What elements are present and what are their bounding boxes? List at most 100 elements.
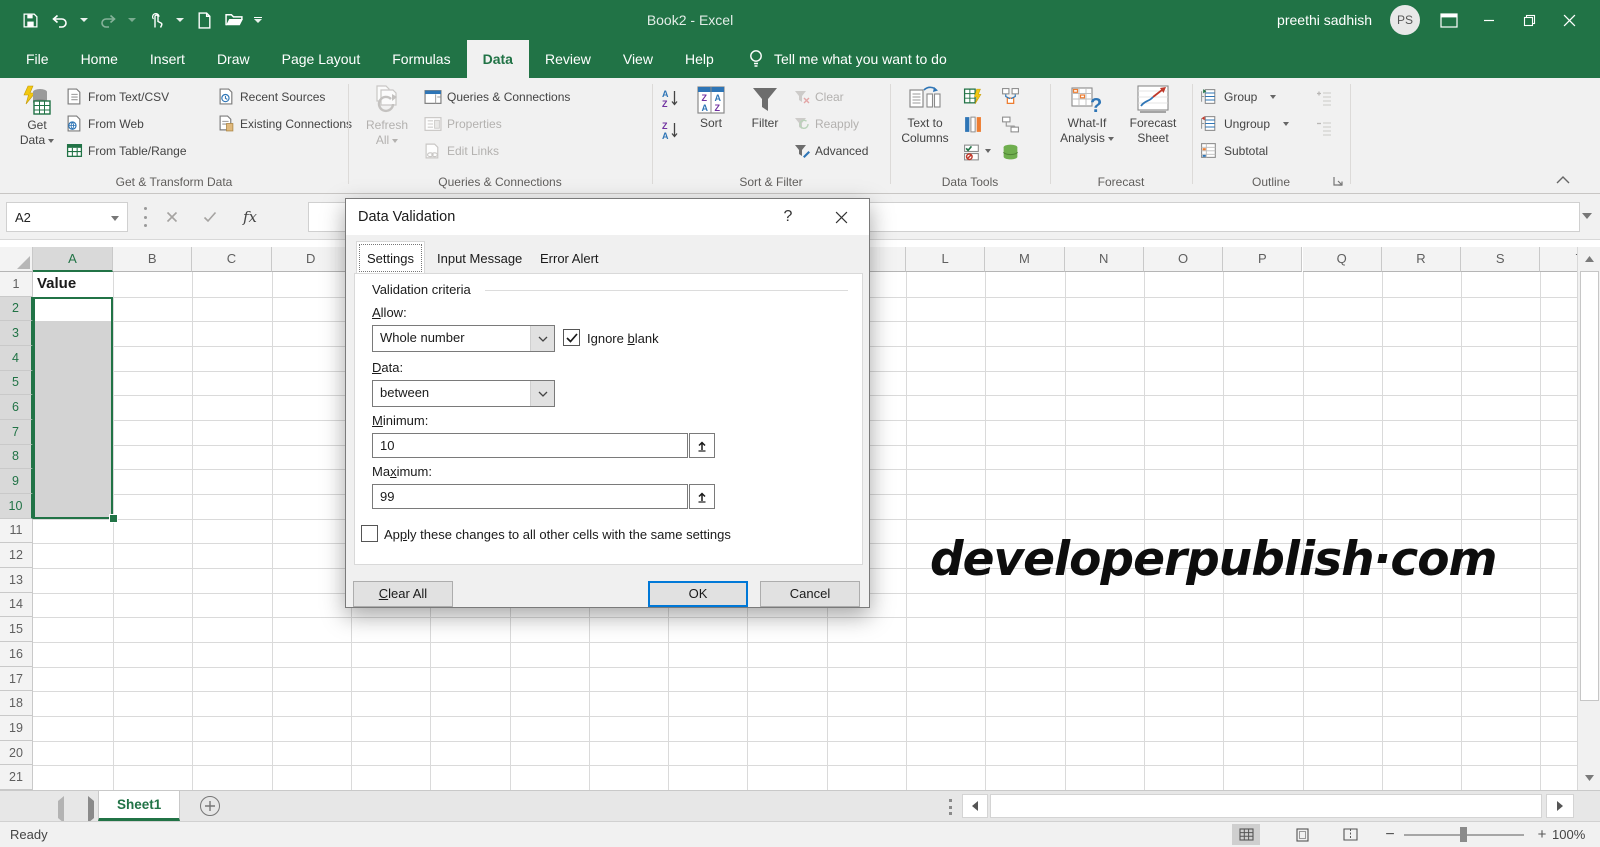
column-header-T[interactable]: T: [1540, 247, 1577, 272]
row-header-7[interactable]: 7: [0, 420, 33, 445]
column-header-A[interactable]: A: [33, 247, 113, 272]
ok-button[interactable]: OK: [648, 581, 748, 607]
clear-all-button[interactable]: Clear All: [353, 581, 453, 607]
row-header-4[interactable]: 4: [0, 346, 33, 371]
cancel-button[interactable]: Cancel: [760, 581, 860, 607]
insert-function-button[interactable]: fx: [236, 202, 264, 232]
ribbon-tab-view[interactable]: View: [607, 40, 669, 78]
row-header-8[interactable]: 8: [0, 445, 33, 470]
ungroup-dropdown-caret[interactable]: [1283, 122, 1289, 126]
tab-error-alert[interactable]: Error Alert: [529, 241, 610, 274]
what-if-analysis-button[interactable]: ? What-If Analysis: [1056, 82, 1118, 168]
from-table-range-button[interactable]: From Table/Range: [66, 137, 187, 164]
group-dropdown-caret[interactable]: [1270, 95, 1276, 99]
customize-qat-icon[interactable]: [254, 17, 262, 24]
sort-ascending-button[interactable]: AZ: [658, 86, 682, 110]
selection-range-A2:A10[interactable]: [33, 297, 113, 519]
scroll-up-button[interactable]: [1579, 248, 1600, 270]
column-header-N[interactable]: N: [1065, 247, 1144, 272]
formula-bar-splitter[interactable]: [142, 207, 148, 227]
name-box[interactable]: A2: [6, 202, 128, 232]
flash-fill-button[interactable]: [960, 84, 984, 108]
touch-mode-dropdown-caret[interactable]: [176, 18, 184, 22]
column-header-O[interactable]: O: [1144, 247, 1223, 272]
column-header-B[interactable]: B: [113, 247, 192, 272]
row-header-17[interactable]: 17: [0, 667, 33, 692]
filter-button[interactable]: Filter: [740, 82, 790, 168]
maximum-field[interactable]: 99: [372, 484, 688, 509]
tab-settings[interactable]: Settings: [356, 241, 425, 275]
column-header-C[interactable]: C: [192, 247, 271, 272]
get-data-button[interactable]: Get Data: [8, 82, 66, 168]
save-icon[interactable]: [20, 10, 40, 30]
maximum-collapse-button[interactable]: [689, 484, 715, 509]
data-dropdown-button[interactable]: [530, 381, 554, 406]
ribbon-tab-file[interactable]: File: [10, 40, 65, 78]
row-header-18[interactable]: 18: [0, 691, 33, 716]
hscroll-left-button[interactable]: [962, 794, 988, 818]
page-break-preview-button[interactable]: [1336, 824, 1364, 845]
forecast-sheet-button[interactable]: Forecast Sheet: [1122, 82, 1184, 168]
from-text-csv-button[interactable]: From Text/CSV: [66, 83, 187, 110]
zoom-out-button[interactable]: −: [1380, 824, 1400, 845]
existing-connections-button[interactable]: Existing Connections: [218, 110, 352, 137]
tab-scrollbar-splitter[interactable]: [948, 799, 952, 815]
minimum-field[interactable]: 10: [372, 433, 688, 458]
zoom-slider-handle[interactable]: [1460, 827, 1467, 842]
ungroup-button[interactable]: Ungroup: [1200, 110, 1289, 137]
dialog-help-button[interactable]: ?: [774, 203, 802, 231]
column-header-R[interactable]: R: [1382, 247, 1461, 272]
dialog-title-bar[interactable]: Data Validation ?: [346, 199, 869, 235]
relationships-button[interactable]: [998, 112, 1022, 136]
tell-me-box[interactable]: Tell me what you want to do: [748, 40, 947, 78]
ribbon-tab-page-layout[interactable]: Page Layout: [266, 40, 377, 78]
apply-to-all-checkbox[interactable]: [361, 525, 378, 542]
row-header-5[interactable]: 5: [0, 371, 33, 396]
text-to-columns-button[interactable]: Text to Columns: [894, 82, 956, 168]
ribbon-tab-data[interactable]: Data: [467, 40, 529, 78]
vertical-scrollbar[interactable]: [1577, 247, 1600, 790]
row-header-20[interactable]: 20: [0, 741, 33, 766]
column-header-L[interactable]: L: [906, 247, 985, 272]
data-dropdown[interactable]: between: [372, 380, 555, 407]
recent-sources-button[interactable]: Recent Sources: [218, 83, 352, 110]
scroll-down-button[interactable]: [1579, 767, 1600, 789]
ribbon-display-options-icon[interactable]: [1438, 9, 1460, 31]
minimize-button[interactable]: [1478, 9, 1500, 31]
column-header-P[interactable]: P: [1223, 247, 1302, 272]
horizontal-scroll-thumb[interactable]: [990, 794, 1542, 818]
select-all-corner[interactable]: [0, 247, 33, 272]
ribbon-tab-draw[interactable]: Draw: [201, 40, 266, 78]
sheet-tab-sheet1[interactable]: Sheet1: [98, 791, 180, 821]
undo-dropdown-caret[interactable]: [80, 18, 88, 22]
hscroll-right-button[interactable]: [1546, 794, 1574, 818]
row-header-2[interactable]: 2: [0, 297, 33, 322]
remove-duplicates-button[interactable]: [960, 112, 984, 136]
queries-and-connections-button[interactable]: Queries & Connections: [424, 83, 570, 110]
row-header-16[interactable]: 16: [0, 642, 33, 667]
row-header-21[interactable]: 21: [0, 765, 33, 790]
manage-data-model-button[interactable]: [998, 140, 1022, 164]
row-header-13[interactable]: 13: [0, 568, 33, 593]
ribbon-tab-formulas[interactable]: Formulas: [376, 40, 466, 78]
row-header-15[interactable]: 15: [0, 617, 33, 642]
advanced-filter-button[interactable]: Advanced: [794, 137, 868, 164]
restore-button[interactable]: [1518, 9, 1540, 31]
ribbon-tab-insert[interactable]: Insert: [134, 40, 201, 78]
ignore-blank-checkbox[interactable]: [563, 329, 580, 346]
row-header-6[interactable]: 6: [0, 395, 33, 420]
dialog-close-button[interactable]: [824, 203, 858, 231]
row-header-1[interactable]: 1: [0, 272, 33, 297]
column-header-S[interactable]: S: [1461, 247, 1540, 272]
row-header-3[interactable]: 3: [0, 321, 33, 346]
allow-dropdown[interactable]: Whole number: [372, 325, 555, 352]
row-header-9[interactable]: 9: [0, 469, 33, 494]
new-file-icon[interactable]: [194, 10, 214, 30]
row-header-10[interactable]: 10: [0, 494, 33, 519]
data-validation-button[interactable]: [960, 140, 984, 164]
fill-handle[interactable]: [109, 514, 118, 523]
sort-button[interactable]: Z A A Z Sort: [686, 82, 736, 168]
minimum-collapse-button[interactable]: [689, 433, 715, 458]
group-button[interactable]: Group: [1200, 83, 1289, 110]
column-header-D[interactable]: D: [272, 247, 351, 272]
